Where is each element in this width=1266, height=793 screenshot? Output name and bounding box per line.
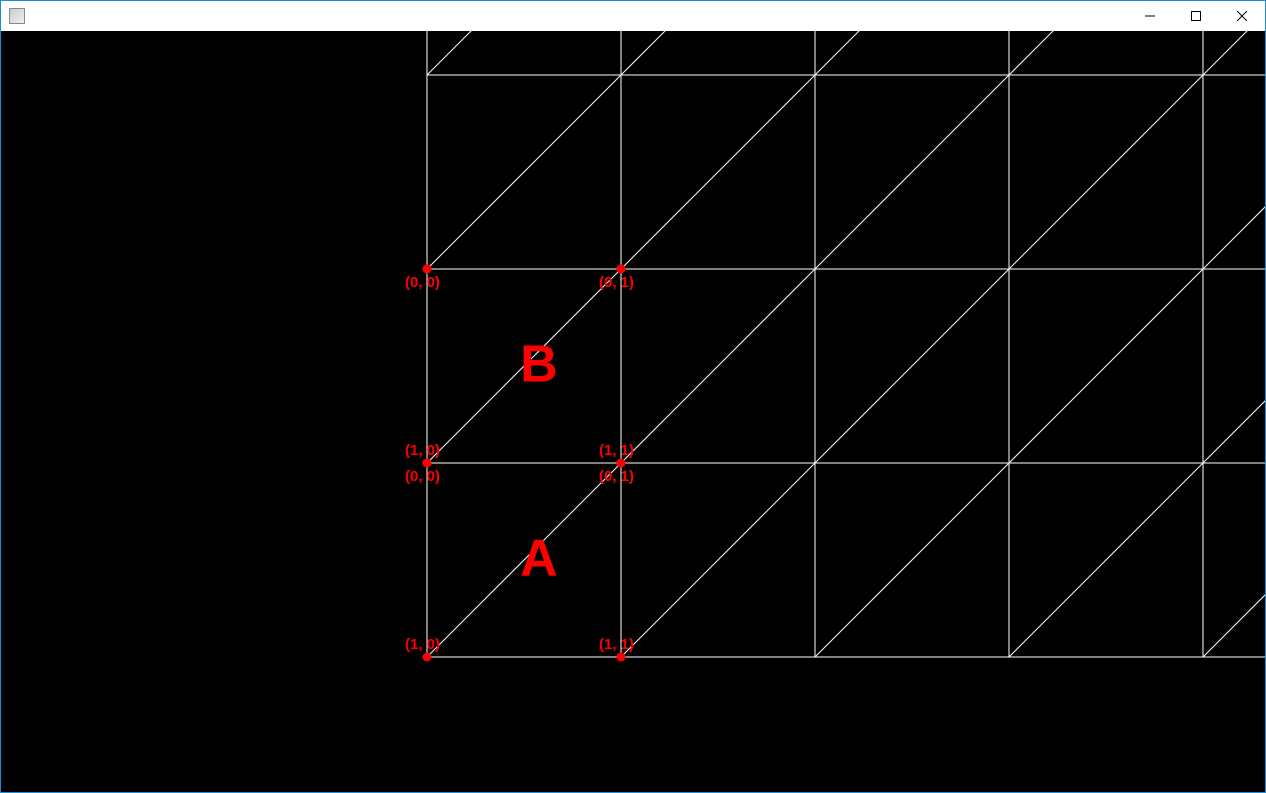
grid-line — [1203, 31, 1265, 75]
mesh-diagram: (0, 0) (0, 1) (1, 0) (1, 1) (0, 0) (0, 1) (1, … — [1, 31, 1265, 792]
coord-label-tr: (0, 1) — [599, 274, 634, 291]
vertex-point — [423, 653, 432, 662]
grid-line — [1203, 75, 1265, 269]
grid-line — [1203, 269, 1265, 463]
grid-line — [621, 269, 815, 463]
grid-line — [1203, 463, 1265, 657]
grid-line — [815, 463, 1009, 657]
grid-line — [621, 75, 815, 269]
vertex-point — [617, 653, 626, 662]
vertex-point — [617, 459, 626, 468]
coord-label-br: (1, 1) — [599, 442, 634, 459]
cell-label-A: A — [520, 530, 558, 588]
coord-label-tl: (0, 0) — [405, 274, 440, 291]
grid-line — [621, 463, 815, 657]
grid-line — [1009, 463, 1203, 657]
app-icon — [9, 8, 25, 24]
coord-label-tr: (0, 1) — [599, 468, 634, 485]
maximize-icon — [1191, 11, 1201, 21]
titlebar[interactable] — [1, 1, 1265, 31]
grid-line — [815, 269, 1009, 463]
coord-label-bl: (1, 0) — [405, 636, 440, 653]
minimize-icon — [1145, 11, 1155, 21]
grid-line — [1009, 269, 1203, 463]
coord-label-tl: (0, 0) — [405, 468, 440, 485]
app-window: (0, 0) (0, 1) (1, 0) (1, 1) (0, 0) (0, 1) (1, … — [0, 0, 1266, 793]
grid-line — [427, 31, 621, 75]
coord-label-bl: (1, 0) — [405, 442, 440, 459]
grid-line — [1009, 75, 1203, 269]
close-button[interactable] — [1219, 1, 1265, 31]
coord-label-br: (1, 1) — [599, 636, 634, 653]
canvas-area: (0, 0) (0, 1) (1, 0) (1, 1) (0, 0) (0, 1) (1, … — [1, 31, 1265, 792]
grid-line — [815, 31, 1009, 75]
grid-line — [1009, 31, 1203, 75]
grid-line — [621, 31, 815, 75]
grid-line — [427, 75, 621, 269]
vertex-point — [423, 265, 432, 274]
minimize-button[interactable] — [1127, 1, 1173, 31]
close-icon — [1237, 11, 1247, 21]
maximize-button[interactable] — [1173, 1, 1219, 31]
vertex-point — [423, 459, 432, 468]
grid-line — [815, 75, 1009, 269]
cell-label-B: B — [520, 336, 558, 394]
vertex-point — [617, 265, 626, 274]
